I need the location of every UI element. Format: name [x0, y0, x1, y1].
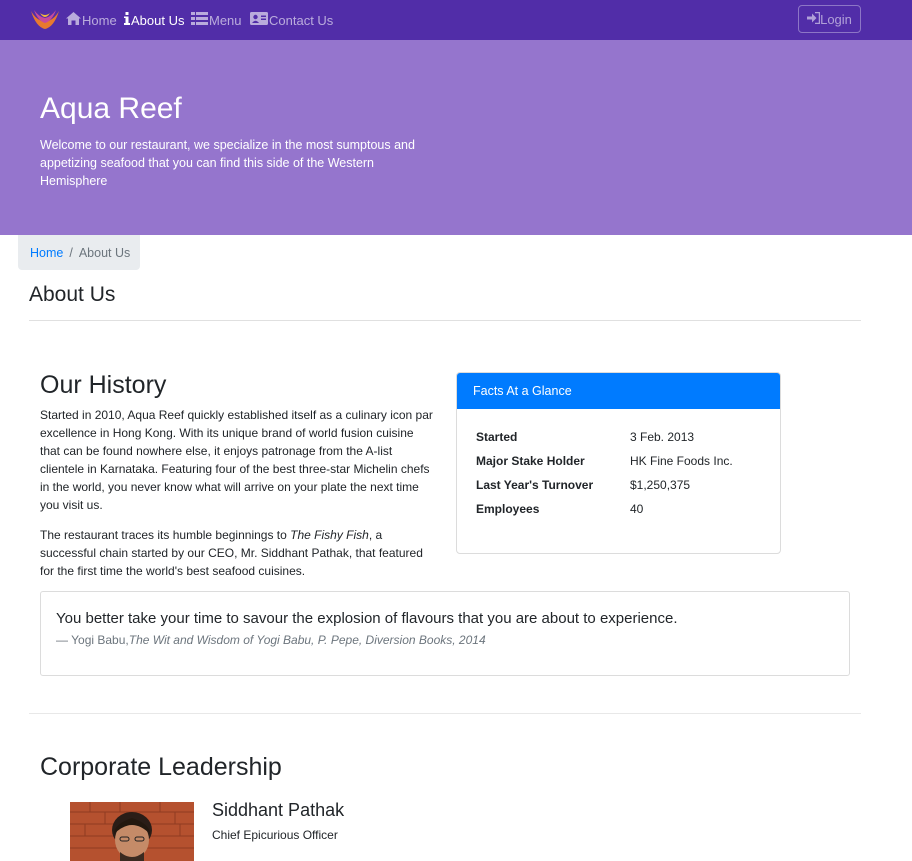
fact-value: $1,250,375	[630, 478, 691, 492]
page-title: About Us	[29, 283, 116, 306]
facts-card: Facts At a Glance Started 3 Feb. 2013 Ma…	[456, 372, 781, 554]
history-title: Our History	[40, 371, 167, 399]
sign-in-icon	[807, 11, 821, 27]
nav-home[interactable]: Home	[66, 0, 117, 40]
fact-value: 3 Feb. 2013	[630, 430, 695, 444]
history-paragraph-2: The restaurant traces its humble beginni…	[40, 526, 435, 580]
leader-name: Siddhant Pathak	[212, 800, 345, 820]
fact-label: Started	[476, 430, 518, 444]
breadcrumb: Home / About Us	[18, 235, 140, 270]
leader-photo	[70, 802, 194, 861]
list-icon	[191, 12, 209, 28]
nav-home-label: Home	[82, 12, 117, 28]
fact-label: Employees	[476, 502, 540, 516]
nav-menu[interactable]: Menu	[191, 0, 242, 40]
jumbotron: Aqua Reef Welcome to our restaurant, we …	[0, 40, 912, 235]
home-icon	[66, 12, 82, 28]
login-button[interactable]: Login	[798, 5, 861, 33]
fact-value: 40	[630, 502, 644, 516]
fact-value: HK Fine Foods Inc.	[630, 454, 733, 468]
divider	[29, 320, 861, 321]
nav-about[interactable]: About Us	[124, 0, 184, 40]
fact-label: Last Year's Turnover	[476, 478, 594, 492]
restaurant-title: Aqua Reef	[40, 92, 182, 125]
history-p2-italic: The Fishy Fish	[290, 528, 369, 542]
jumbotron-text: Welcome to our restaurant, we specialize…	[40, 138, 415, 188]
nav-about-label: About Us	[131, 12, 185, 28]
quote-source: The Wit and Wisdom of Yogi Babu, P. Pepe…	[128, 633, 486, 647]
fact-label: Major Stake Holder	[476, 454, 585, 468]
facts-card-header: Facts At a Glance	[457, 373, 780, 409]
breadcrumb-current: About Us	[78, 245, 131, 260]
quote-footer: — Yogi Babu,The Wit and Wisdom of Yogi B…	[56, 633, 486, 647]
nav-menu-label: Menu	[209, 12, 242, 28]
leadership-title: Corporate Leadership	[40, 753, 282, 781]
nav-contact[interactable]: Contact Us	[250, 0, 333, 40]
divider	[29, 713, 861, 714]
leader-role: Chief Epicurious Officer	[212, 828, 338, 842]
address-card-icon	[250, 12, 269, 28]
history-paragraph-1: Started in 2010, Aqua Reef quickly estab…	[40, 408, 433, 512]
login-label: Login	[820, 11, 852, 27]
nav-contact-label: Contact Us	[269, 12, 334, 28]
breadcrumb-home-link[interactable]: Home	[30, 246, 63, 260]
navbar: Home About Us Menu Contact Us Login	[0, 0, 912, 40]
quote-blockquote: You better take your time to savour the …	[40, 591, 850, 676]
breadcrumb-separator: /	[69, 245, 73, 260]
info-icon	[124, 12, 131, 28]
brand-logo[interactable]	[28, 7, 62, 31]
history-p2-start: The restaurant traces its humble beginni…	[40, 528, 291, 542]
quote-text: You better take your time to savour the …	[56, 610, 678, 627]
quote-author: — Yogi Babu,	[56, 633, 129, 647]
